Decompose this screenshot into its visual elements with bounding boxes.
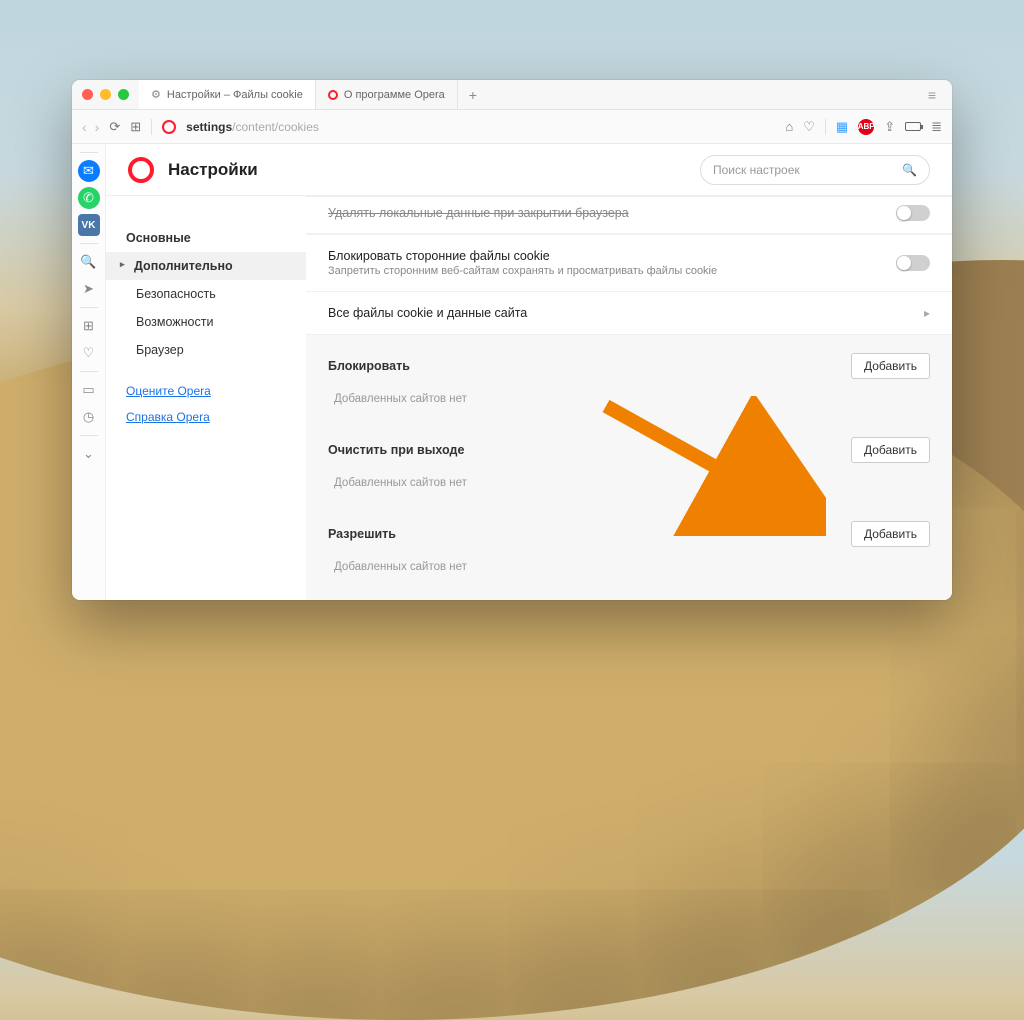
- share-icon[interactable]: ⇪: [884, 119, 895, 135]
- whatsapp-icon[interactable]: ✆: [78, 187, 100, 209]
- settings-nav: Основные Дополнительно Безопасность Возм…: [106, 196, 306, 600]
- address-bar[interactable]: settings/content/cookies: [186, 120, 775, 134]
- maximize-window-button[interactable]: [118, 89, 129, 100]
- tab-strip: ⚙ Настройки – Файлы cookie О программе O…: [139, 80, 922, 109]
- reload-button[interactable]: ⟳: [109, 119, 120, 135]
- empty-text: Добавленных сайтов нет: [328, 463, 930, 497]
- row-title: Блокировать сторонние файлы cookie: [328, 249, 896, 263]
- row-subtitle: Запретить сторонним веб-сайтам сохранять…: [328, 265, 896, 277]
- gear-icon: ⚙: [151, 88, 161, 101]
- nav-security[interactable]: Безопасность: [106, 280, 306, 308]
- browser-window: ⚙ Настройки – Файлы cookie О программе O…: [72, 80, 952, 600]
- settings-search[interactable]: Поиск настроек 🔍: [700, 155, 930, 185]
- tab-label: О программе Opera: [344, 89, 445, 101]
- nav-basic[interactable]: Основные: [106, 224, 306, 252]
- tab-label: Настройки – Файлы cookie: [167, 89, 303, 101]
- window-controls: [82, 89, 129, 100]
- row-title: Удалять локальные данные при закрытии бр…: [328, 206, 896, 220]
- speed-dial-button[interactable]: ⊞: [130, 119, 141, 135]
- search-icon[interactable]: 🔍: [78, 251, 100, 273]
- page-header: Настройки Поиск настроек 🔍: [106, 144, 952, 196]
- snapshot-icon[interactable]: ⌂: [785, 119, 793, 134]
- downloads-icon[interactable]: ⌄: [78, 443, 100, 465]
- new-tab-button[interactable]: +: [458, 87, 488, 103]
- heart-icon[interactable]: ♡: [803, 119, 815, 135]
- add-block-button[interactable]: Добавить: [851, 353, 930, 379]
- news-icon[interactable]: ▭: [78, 379, 100, 401]
- adblock-icon[interactable]: ABP: [858, 119, 874, 135]
- close-window-button[interactable]: [82, 89, 93, 100]
- rate-opera-link[interactable]: Оцените Opera: [106, 378, 306, 404]
- section-label: Блокировать: [328, 359, 851, 373]
- section-label: Очистить при выходе: [328, 443, 851, 457]
- all-cookies-row[interactable]: Все файлы cookie и данные сайта ▸: [306, 291, 952, 334]
- nav-advanced[interactable]: Дополнительно: [106, 252, 306, 280]
- page-title: Настройки: [168, 160, 258, 180]
- opera-logo: [128, 157, 154, 183]
- empty-text: Добавленных сайтов нет: [328, 547, 930, 581]
- nav-arrows: ‹ ›: [82, 119, 99, 135]
- heart-icon[interactable]: ♡: [78, 342, 100, 364]
- messenger-rail: ✉ ✆ VK 🔍 ➤ ⊞ ♡ ▭ ◷ ⌄: [72, 144, 106, 600]
- opera-icon: [162, 120, 176, 134]
- empty-text: Добавленных сайтов нет: [328, 379, 930, 413]
- search-icon: 🔍: [902, 163, 917, 177]
- toggle[interactable]: [896, 205, 930, 221]
- add-allow-button[interactable]: Добавить: [851, 521, 930, 547]
- chevron-right-icon: ▸: [924, 306, 930, 320]
- separator: [825, 119, 826, 135]
- add-clear-button[interactable]: Добавить: [851, 437, 930, 463]
- toolbar: ‹ › ⟳ ⊞ settings/content/cookies ⌂ ♡ ▦ A…: [72, 110, 952, 144]
- nav-browser[interactable]: Браузер: [106, 336, 306, 364]
- block-third-party-row[interactable]: Блокировать сторонние файлы cookie Запре…: [306, 234, 952, 291]
- separator: [151, 119, 152, 135]
- clear-on-exit-section: Очистить при выходе Добавить Добавленных…: [306, 419, 952, 503]
- minimize-window-button[interactable]: [100, 89, 111, 100]
- url-path: /content/cookies: [232, 120, 319, 134]
- block-section: Блокировать Добавить Добавленных сайтов …: [306, 335, 952, 419]
- tab-settings-cookies[interactable]: ⚙ Настройки – Файлы cookie: [139, 80, 316, 109]
- extension-icon[interactable]: ▦: [836, 119, 848, 135]
- vk-icon[interactable]: VK: [78, 214, 100, 236]
- messenger-icon[interactable]: ✉: [78, 160, 100, 182]
- forward-button[interactable]: ›: [95, 119, 100, 135]
- settings-content: Удалять локальные данные при закрытии бр…: [306, 196, 952, 600]
- help-opera-link[interactable]: Справка Opera: [106, 404, 306, 430]
- toolbar-right: ⌂ ♡ ▦ ABP ⇪ ≣: [785, 119, 942, 135]
- search-placeholder: Поиск настроек: [713, 163, 800, 177]
- send-icon[interactable]: ➤: [78, 278, 100, 300]
- sidebar-toggle-icon[interactable]: ≣: [931, 119, 942, 135]
- title-bar: ⚙ Настройки – Файлы cookie О программе O…: [72, 80, 952, 110]
- allow-section: Разрешить Добавить Добавленных сайтов не…: [306, 503, 952, 587]
- opera-icon: [328, 90, 338, 100]
- back-button[interactable]: ‹: [82, 119, 87, 135]
- history-icon[interactable]: ◷: [78, 406, 100, 428]
- url-host: settings: [186, 120, 232, 134]
- toggle[interactable]: [896, 255, 930, 271]
- tab-about-opera[interactable]: О программе Opera: [316, 80, 458, 109]
- nav-features[interactable]: Возможности: [106, 308, 306, 336]
- apps-icon[interactable]: ⊞: [78, 315, 100, 337]
- tab-menu-button[interactable]: ≡: [922, 87, 942, 103]
- row-title: Все файлы cookie и данные сайта: [328, 306, 924, 320]
- cookie-delete-on-exit-row[interactable]: Удалять локальные данные при закрытии бр…: [306, 197, 952, 234]
- section-label: Разрешить: [328, 527, 851, 541]
- battery-icon[interactable]: [905, 122, 921, 131]
